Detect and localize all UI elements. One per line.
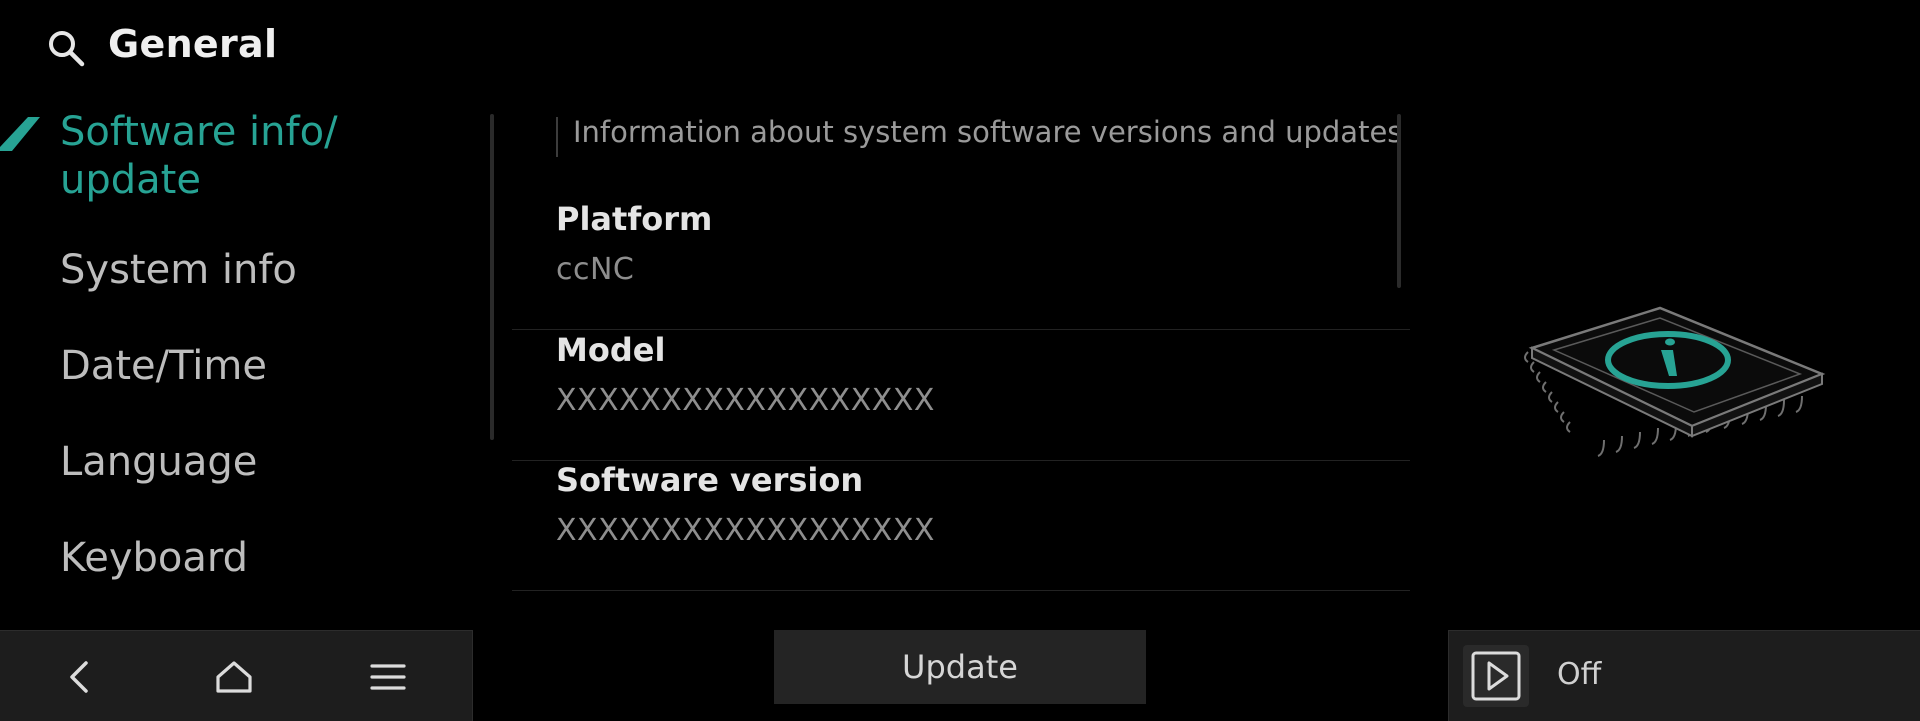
row-divider <box>512 329 1410 330</box>
play-icon[interactable] <box>1463 645 1529 707</box>
row-title: Model <box>556 331 666 369</box>
section-description: Information about system software versio… <box>573 115 1403 149</box>
sidebar-item-language[interactable]: Language <box>60 438 257 486</box>
home-icon[interactable] <box>210 653 258 701</box>
chip-info-icon <box>1520 300 1840 500</box>
update-button[interactable]: Update <box>774 630 1146 704</box>
back-icon[interactable] <box>56 653 104 701</box>
sidebar-item-system-info[interactable]: System info <box>60 246 297 294</box>
sidebar-item-date-time[interactable]: Date/Time <box>60 342 267 390</box>
media-bar: Off <box>1448 630 1920 721</box>
row-value: XXXXXXXXXXXXXXXXXX <box>556 383 935 418</box>
row-title: Platform <box>556 200 713 238</box>
info-row-software-version: Software version XXXXXXXXXXXXXXXXXX <box>512 461 1410 591</box>
row-value: ccNC <box>556 252 635 287</box>
row-divider <box>512 590 1410 591</box>
row-value: XXXXXXXXXXXXXXXXXX <box>556 513 935 548</box>
page-title: General <box>108 22 278 66</box>
sidebar-scrollbar[interactable] <box>490 114 494 440</box>
bottom-nav <box>0 630 473 721</box>
row-title: Software version <box>556 461 864 499</box>
menu-icon[interactable] <box>364 653 412 701</box>
description-divider <box>556 117 558 157</box>
info-row-platform: Platform ccNC <box>512 200 1410 330</box>
media-status-label: Off <box>1557 657 1602 692</box>
search-icon[interactable] <box>44 26 88 70</box>
content-scrollbar[interactable] <box>1397 114 1401 288</box>
info-row-model: Model XXXXXXXXXXXXXXXXXX <box>512 331 1410 461</box>
sidebar-item-keyboard[interactable]: Keyboard <box>60 534 248 582</box>
active-indicator-icon <box>0 117 40 157</box>
sidebar-item-software-info[interactable]: Software info/ update <box>60 108 420 204</box>
